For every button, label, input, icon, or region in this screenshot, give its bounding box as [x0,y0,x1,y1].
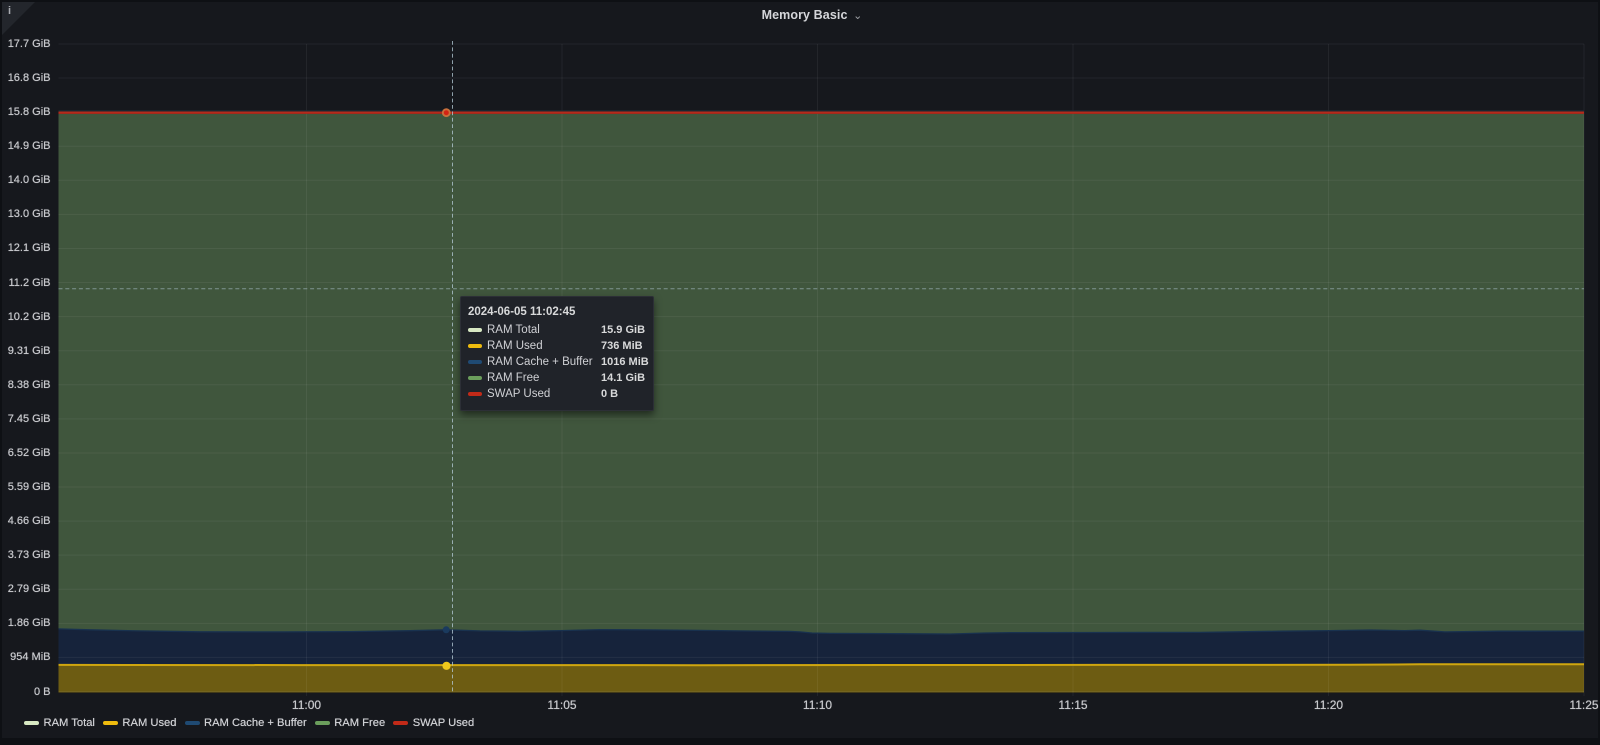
svg-text:i: i [8,5,11,17]
